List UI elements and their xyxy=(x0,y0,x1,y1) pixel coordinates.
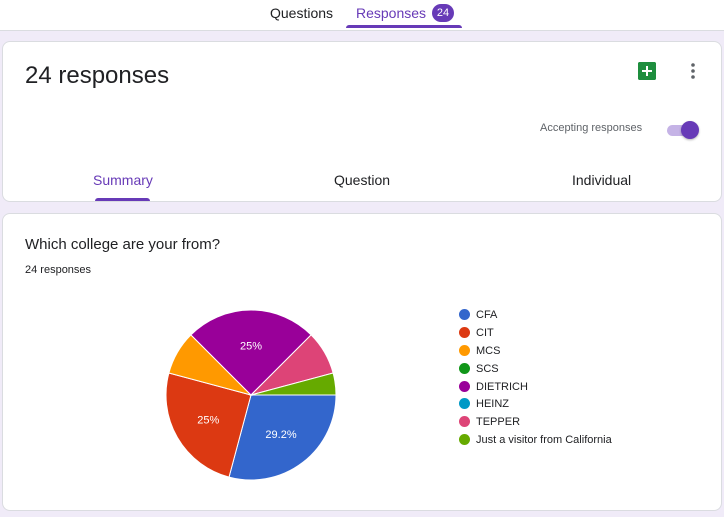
subtab-summary[interactable]: Summary xyxy=(93,172,153,188)
subtab-active-indicator xyxy=(95,198,150,201)
responses-count-badge: 24 xyxy=(432,4,454,22)
pie-data-label: 29.2% xyxy=(265,429,296,441)
legend-swatch xyxy=(459,380,470,392)
more-vert-icon[interactable] xyxy=(683,61,703,81)
legend-label: MCS xyxy=(476,344,501,357)
pie-data-label: 25% xyxy=(197,415,219,427)
legend-label: SCS xyxy=(476,362,499,375)
legend-swatch xyxy=(459,434,470,446)
legend-label: DIETRICH xyxy=(476,380,528,393)
legend-label: CFA xyxy=(476,309,498,321)
google-sheets-icon[interactable] xyxy=(638,62,656,80)
tab-questions[interactable]: Questions xyxy=(270,0,333,28)
legend-swatch xyxy=(459,362,470,374)
legend-swatch xyxy=(459,398,470,410)
accepting-responses-label: Accepting responses xyxy=(540,122,643,134)
legend-item: CFA xyxy=(459,308,612,326)
question-title: Which college are your from? xyxy=(25,236,221,253)
legend-item: MCS xyxy=(459,344,612,362)
legend-item: CIT xyxy=(459,326,612,344)
tab-responses[interactable]: Responses 24 xyxy=(346,0,462,28)
question-summary-card: Which college are your from? 24 response… xyxy=(2,213,722,511)
question-response-count: 24 responses xyxy=(25,264,92,276)
legend-item: TEPPER xyxy=(459,415,612,433)
pie-legend: CFA CIT MCS SCS DIETRICH HEINZ TEPPER Just a vi… xyxy=(459,308,612,451)
tab-responses-label: Responses xyxy=(356,5,427,21)
subtab-individual[interactable]: Individual xyxy=(572,172,631,188)
responses-header-card: 24 responses Accepting responses Summary… xyxy=(2,41,722,202)
pie-data-label: 25% xyxy=(240,341,262,353)
legend-label: HEINZ xyxy=(476,398,509,411)
legend-swatch xyxy=(459,309,470,320)
legend-item: Just a visitor from California xyxy=(459,433,612,451)
legend-swatch xyxy=(459,344,470,356)
legend-swatch xyxy=(459,416,470,428)
legend-label: Just a visitor from California xyxy=(476,434,612,447)
legend-label: TEPPER xyxy=(476,416,521,429)
legend-swatch xyxy=(459,326,470,338)
active-tab-indicator xyxy=(346,25,462,28)
legend-item: DIETRICH xyxy=(459,380,612,398)
legend-label: CIT xyxy=(476,326,494,339)
legend-item: HEINZ xyxy=(459,397,612,415)
top-tab-bar: Questions Responses 24 xyxy=(0,0,724,31)
legend-item: SCS xyxy=(459,362,612,380)
responses-title: 24 responses xyxy=(25,62,170,89)
accepting-responses-toggle[interactable] xyxy=(665,121,701,139)
subtab-question[interactable]: Question xyxy=(334,172,390,188)
toggle-thumb xyxy=(681,121,699,139)
pie-chart: 29.2% 25% 25% xyxy=(165,309,337,481)
